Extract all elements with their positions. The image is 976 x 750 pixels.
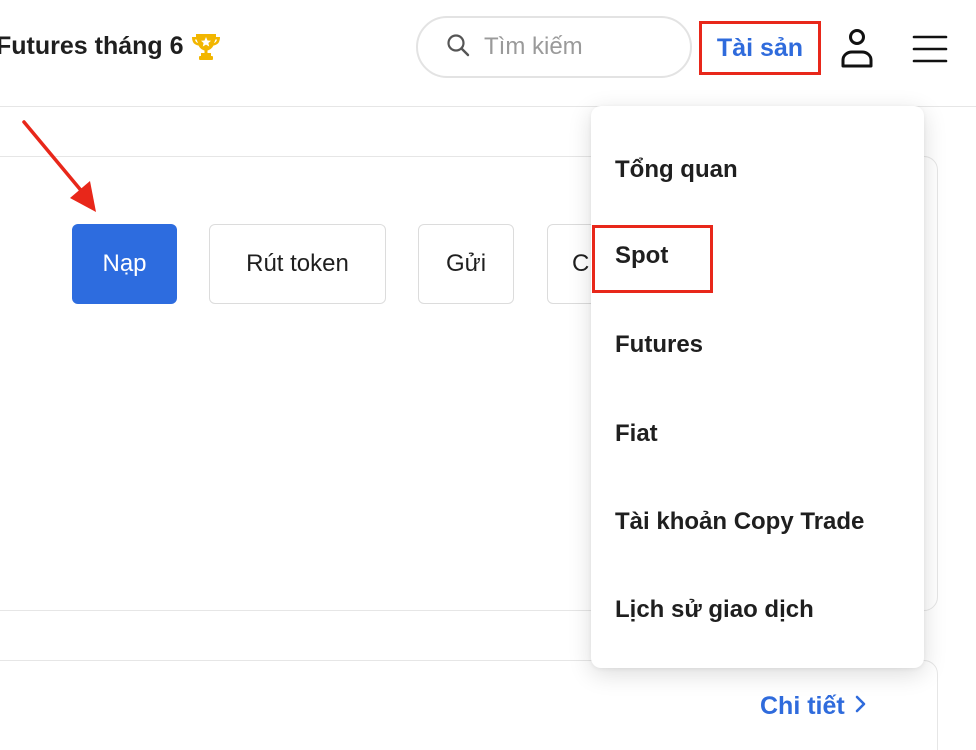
menu-item-spot[interactable]: Spot (615, 242, 668, 270)
send-button[interactable]: Gửi (418, 224, 514, 304)
hamburger-menu-icon[interactable] (912, 34, 948, 64)
assets-dropdown-menu: Tổng quan Spot Futures Fiat Tài khoản Co… (591, 106, 924, 668)
withdraw-token-button[interactable]: Rút token (209, 224, 386, 304)
details-link[interactable]: Chi tiết (760, 692, 867, 721)
assets-menu-link[interactable]: Tài sản (699, 21, 821, 75)
menu-item-transaction-history[interactable]: Lịch sử giao dịch (615, 596, 814, 624)
search-input[interactable] (482, 32, 656, 62)
page: Futures tháng 6 Tài sản (0, 0, 976, 750)
details-link-label: Chi tiết (760, 692, 845, 720)
menu-item-copy-trade-account[interactable]: Tài khoản Copy Trade (615, 508, 864, 536)
menu-item-fiat[interactable]: Fiat (615, 420, 658, 448)
deposit-button[interactable]: Nạp (72, 224, 177, 304)
user-icon[interactable] (838, 27, 876, 71)
search-box[interactable] (416, 16, 692, 78)
search-icon (446, 33, 470, 62)
annotation-arrow-icon (22, 120, 96, 212)
promo-label: Futures tháng 6 (0, 31, 184, 60)
trophy-icon (190, 30, 222, 62)
futures-promo-link[interactable]: Futures tháng 6 (0, 30, 222, 62)
menu-item-overview[interactable]: Tổng quan (615, 156, 738, 184)
top-header: Futures tháng 6 Tài sản (0, 0, 976, 107)
chevron-right-icon (855, 692, 867, 721)
menu-item-futures[interactable]: Futures (615, 331, 703, 359)
